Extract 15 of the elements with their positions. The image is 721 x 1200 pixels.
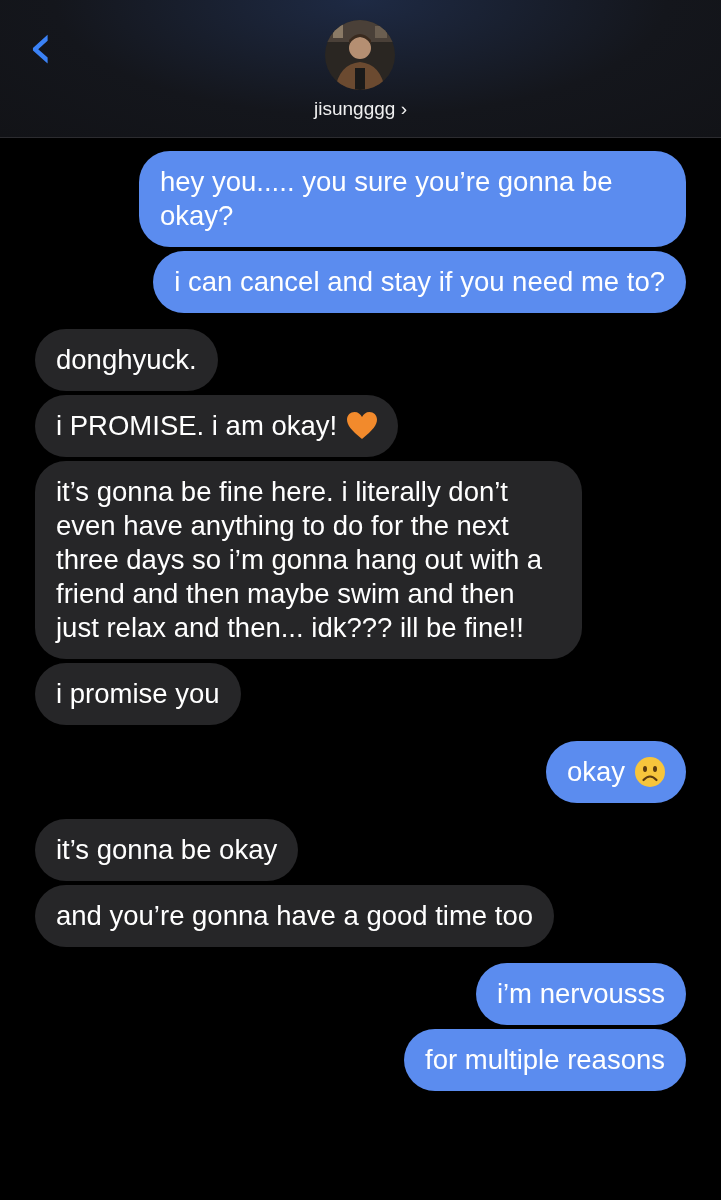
message-text: i PROMISE. i am okay! [56,409,338,443]
message-text: it’s gonna be fine here. i literally don’t even have anything to do for the next three days so i’m gonna hang out with a friend and then maybe swim and then just relax and then... idk??? ill be fine!! [56,475,544,645]
back-button[interactable]: ‹ [22,14,60,78]
message-text: i’m nervousss [496,977,665,1011]
contact-name[interactable]: jisungggg › [314,98,407,120]
message-text: i promise you [56,677,220,711]
message-text: and you’re gonna have a good time too [56,899,534,933]
message-text: it’s gonna be okay [56,833,278,867]
message-text: i can cancel and stay if you need me to? [174,265,665,299]
heart-icon [347,412,378,440]
message-text: okay [566,755,625,789]
message-text: for multiple reasons [425,1043,665,1077]
frowning-face-icon [635,757,665,787]
message-text: hey you..... you sure you’re gonna be okay? [160,165,614,233]
message-text: donghyuck. [56,343,197,377]
